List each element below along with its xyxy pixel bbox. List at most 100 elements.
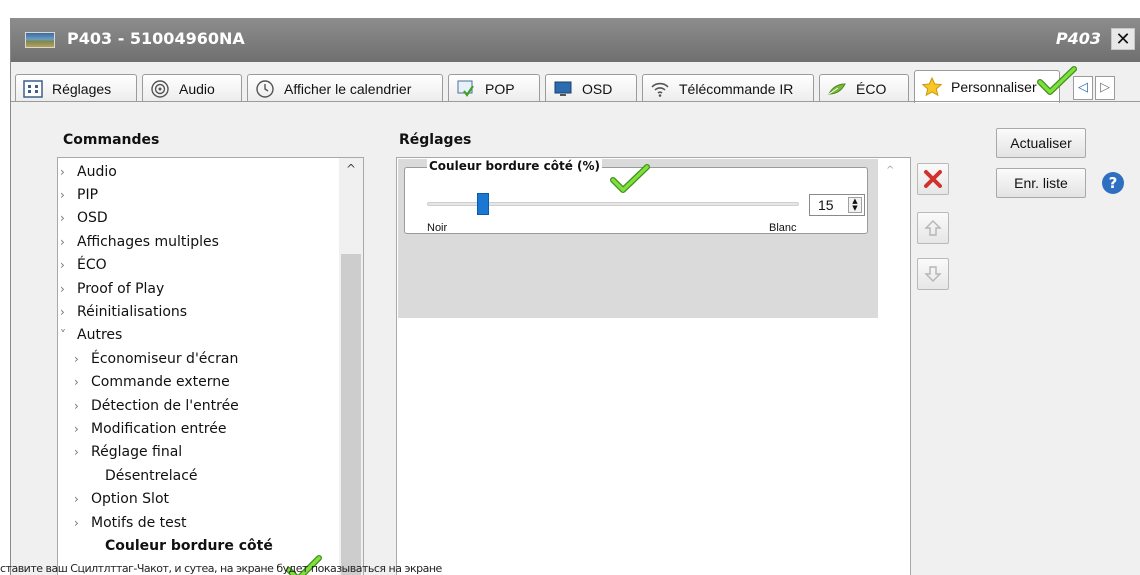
tab-afficher-calendrier[interactable]: Afficher le calendrier xyxy=(247,74,443,102)
help-icon[interactable]: ? xyxy=(1102,172,1124,194)
settings-scroll-up-icon[interactable]: ^ xyxy=(886,165,900,181)
tree-item[interactable]: › Option Slot xyxy=(74,488,169,511)
clock-icon xyxy=(254,79,276,99)
app-window: P403 - 51004960NA P403 ✕ Réglages Audio … xyxy=(10,18,1140,575)
tab-label: Personnaliser xyxy=(951,79,1037,95)
background-text: ставите ваш Сцилтлттаг-Чакот, и сутеа, н… xyxy=(0,562,442,575)
commands-tree[interactable]: › Audio › PIP › OSD › Affichages multiples › ÉCO ›… xyxy=(57,157,364,575)
tab-telecommande-ir[interactable]: Télécommande IR xyxy=(642,74,814,102)
settings-panel: Couleur bordure côté (%) Noir Blanc 15 ▲… xyxy=(396,157,911,575)
arrow-down-icon xyxy=(924,266,942,282)
tree-item[interactable]: Désentrelacé xyxy=(88,464,198,487)
chevron-right-icon[interactable]: › xyxy=(60,211,72,225)
tab-reglages[interactable]: Réglages xyxy=(15,74,137,102)
app-icon xyxy=(25,32,55,48)
tab-label: POP xyxy=(485,80,515,97)
tree-item-label: ÉCO xyxy=(77,257,107,274)
tab-label: Audio xyxy=(179,80,215,97)
chevron-right-icon[interactable]: › xyxy=(74,399,86,413)
chevron-right-icon[interactable]: › xyxy=(60,305,72,319)
chevron-right-icon[interactable]: › xyxy=(74,445,86,459)
tab-label: Télécommande IR xyxy=(679,80,794,97)
settings-heading: Réglages xyxy=(399,132,472,148)
tree-item[interactable]: › Modification entrée xyxy=(74,417,226,440)
chevron-right-icon[interactable]: › xyxy=(60,165,72,179)
tree-item-label: Autres xyxy=(77,327,123,344)
tree-item-label: PIP xyxy=(77,186,99,203)
tab-eco[interactable]: ÉCO xyxy=(819,74,909,102)
settings-grid-icon xyxy=(22,79,44,99)
tree-item[interactable]: › Réinitialisations xyxy=(60,300,187,323)
chevron-right-icon[interactable]: › xyxy=(74,516,86,530)
scroll-up-icon[interactable]: ^ xyxy=(339,162,363,178)
move-up-button[interactable] xyxy=(917,212,949,244)
tab-label: Afficher le calendrier xyxy=(284,80,412,97)
wifi-icon xyxy=(649,79,671,99)
spin-arrows[interactable]: ▲ ▼ xyxy=(848,197,862,213)
commands-scrollbar[interactable]: ^ xyxy=(339,158,363,575)
chevron-right-icon[interactable]: › xyxy=(60,235,72,249)
tab-divider xyxy=(11,101,1140,102)
tree-item-label: Option Slot xyxy=(91,491,170,508)
tree-item-label: Couleur bordure côté xyxy=(105,537,273,554)
chevron-right-icon[interactable]: › xyxy=(74,375,86,389)
tab-scroll-right-button[interactable]: ▷ xyxy=(1095,76,1115,100)
tab-bar: Réglages Audio Afficher le calendrier PO… xyxy=(11,62,1140,103)
tree-item[interactable]: › Détection de l'entrée xyxy=(74,394,239,417)
tree-item-label: Audio xyxy=(77,163,117,180)
tree-item[interactable]: › ÉCO xyxy=(60,254,107,277)
tree-item-label: Désentrelacé xyxy=(105,467,198,484)
chevron-right-icon[interactable]: › xyxy=(74,492,86,506)
tree-item-label: Réinitialisations xyxy=(77,303,188,320)
tab-audio[interactable]: Audio xyxy=(142,74,242,102)
tree-item-label: Détection de l'entrée xyxy=(91,397,239,414)
tree-item[interactable]: › OSD xyxy=(60,207,108,230)
tree-item[interactable]: › Commande externe xyxy=(74,371,230,394)
tree-item[interactable]: ˅ Autres xyxy=(60,324,122,347)
leaf-icon xyxy=(826,79,848,99)
close-button[interactable]: ✕ xyxy=(1111,28,1135,50)
setting-title: Couleur bordure côté (%) xyxy=(427,159,603,173)
tree-item-label: Réglage final xyxy=(91,444,183,461)
delete-button[interactable] xyxy=(917,163,949,195)
refresh-button[interactable]: Actualiser xyxy=(996,128,1086,158)
tree-item-label: Motifs de test xyxy=(91,514,187,531)
tree-item-label: OSD xyxy=(77,210,108,227)
tree-item[interactable]: › Économiseur d'écran xyxy=(74,347,238,370)
move-down-button[interactable] xyxy=(917,258,949,290)
tree-item[interactable]: › Proof of Play xyxy=(60,277,164,300)
save-list-button[interactable]: Enr. liste xyxy=(996,168,1086,198)
window-title: P403 - 51004960NA xyxy=(67,29,245,48)
tree-item[interactable]: › PIP xyxy=(60,183,98,206)
commands-heading: Commandes xyxy=(63,132,160,148)
monitor-icon xyxy=(552,79,574,99)
tab-pop[interactable]: POP xyxy=(448,74,540,102)
speaker-icon xyxy=(149,79,171,99)
chevron-right-icon[interactable]: › xyxy=(74,422,86,436)
tab-osd[interactable]: OSD xyxy=(545,74,637,102)
slider-min-label: Noir xyxy=(427,222,448,234)
tree-item[interactable]: › Motifs de test xyxy=(74,511,187,534)
model-label: P403 xyxy=(1055,29,1101,48)
slider-thumb[interactable] xyxy=(476,193,489,215)
star-icon xyxy=(921,76,943,97)
checkmark-icon xyxy=(610,164,650,194)
tree-item[interactable]: › Réglage final xyxy=(74,441,182,464)
scroll-thumb[interactable] xyxy=(341,254,361,575)
tree-item-label: Modification entrée xyxy=(91,420,227,437)
chevron-right-icon[interactable]: › xyxy=(60,188,72,202)
tree-item[interactable]: Couleur bordure côté xyxy=(88,534,273,557)
tab-label: Réglages xyxy=(52,80,112,97)
tree-item[interactable]: › Audio xyxy=(60,160,117,183)
tree-item[interactable]: › Affichages multiples xyxy=(60,230,219,253)
tab-label: ÉCO xyxy=(856,80,887,97)
value-spinbox[interactable]: 15 ▲ ▼ xyxy=(809,194,865,216)
chevron-right-icon[interactable]: › xyxy=(74,352,86,366)
chevron-right-icon[interactable]: › xyxy=(60,258,72,272)
chevron-right-icon[interactable]: › xyxy=(60,282,72,296)
tree-item-label: Affichages multiples xyxy=(77,233,219,250)
tree-item-label: Proof of Play xyxy=(77,280,165,297)
tab-label: OSD xyxy=(582,80,613,97)
chevron-down-icon[interactable]: ˅ xyxy=(60,328,72,342)
title-bar: P403 - 51004960NA P403 ✕ xyxy=(11,18,1140,62)
